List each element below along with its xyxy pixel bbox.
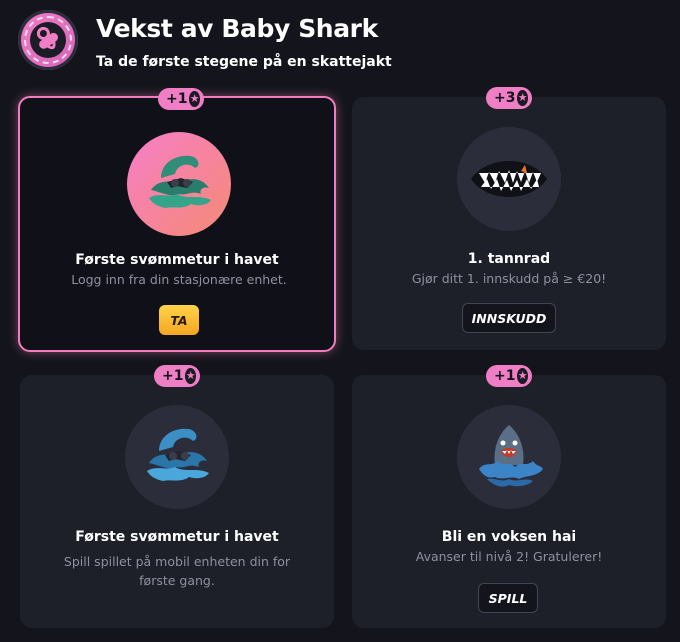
reward-badge: +1 ★ xyxy=(154,365,200,387)
blue-wave-with-sunglasses-icon xyxy=(125,405,229,509)
play-button[interactable]: SPILL xyxy=(478,583,538,613)
shark-teeth-icon xyxy=(457,127,561,231)
reward-value: +1 xyxy=(494,368,516,384)
mission-description: Spill spillet på mobil enheten din for f… xyxy=(63,554,291,588)
star-icon: ★ xyxy=(517,90,528,106)
reward-badge: +1 ★ xyxy=(158,88,204,110)
page-subtitle: Ta de første stegene på en skattejakt xyxy=(96,54,392,70)
reward-value: +1 xyxy=(166,91,188,107)
star-icon: ★ xyxy=(185,368,196,384)
shark-splash-icon xyxy=(457,405,561,509)
wave-with-sunglasses-icon xyxy=(127,132,231,236)
mission-title: Første svømmetur i havet xyxy=(75,529,279,545)
page-title: Vekst av Baby Shark xyxy=(96,14,378,43)
deposit-button[interactable]: INNSKUDD xyxy=(462,303,556,333)
mission-card-first-tooth-row: +3 ★ 1. tannrad Gjør ditt 1. innskudd på… xyxy=(352,87,666,350)
mission-title: Første svømmetur i havet xyxy=(75,252,279,268)
reward-value: +3 xyxy=(494,90,516,106)
reward-value: +1 xyxy=(162,368,184,384)
mission-description: Logg inn fra din stasjonære enhet. xyxy=(71,272,287,287)
mission-card-first-swim-mobile: +1 ★ Første svømmetur i havet Spill spil… xyxy=(20,365,334,628)
star-icon: ★ xyxy=(517,368,528,384)
mission-card-grown-shark: +1 ★ Bli en voksen hai Avanser til nivå … xyxy=(352,365,666,628)
take-button[interactable]: TA xyxy=(159,305,199,335)
reward-badge: +3 ★ xyxy=(486,87,532,109)
page-header: Vekst av Baby Shark Ta de første stegene… xyxy=(18,10,668,80)
mission-card-first-swim-desktop: +1 ★ Første svømmetur i havet Logg inn f… xyxy=(18,88,336,352)
mission-description: Gjør ditt 1. innskudd på ≥ €20! xyxy=(411,271,607,286)
reward-badge: +1 ★ xyxy=(486,365,532,387)
star-icon: ★ xyxy=(189,91,200,107)
mission-title: 1. tannrad xyxy=(467,251,551,267)
pacifier-icon xyxy=(18,10,78,70)
mission-title: Bli en voksen hai xyxy=(441,529,577,545)
mission-description: Avanser til nivå 2! Gratulerer! xyxy=(415,549,603,564)
